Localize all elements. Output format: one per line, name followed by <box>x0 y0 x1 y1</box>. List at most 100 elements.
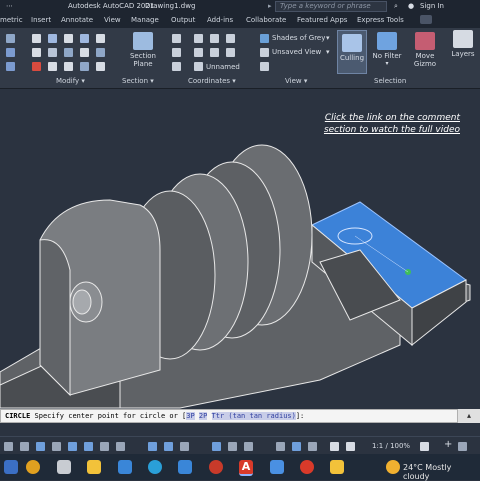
mirror-icon[interactable] <box>32 48 41 57</box>
model-space-icon[interactable] <box>4 442 13 451</box>
annotation-scale[interactable]: 1:1 / 100% <box>372 442 410 450</box>
ucs-icon[interactable] <box>172 34 181 43</box>
tab-manage[interactable]: Manage <box>131 16 159 24</box>
tab-featured-apps[interactable]: Featured Apps <box>297 16 347 24</box>
ucs-y-icon[interactable] <box>210 34 219 43</box>
photos-icon[interactable] <box>270 460 284 474</box>
coordinates-panel-label[interactable]: Coordinates ▾ <box>188 77 236 85</box>
isodraft-icon[interactable] <box>116 442 125 451</box>
offset-icon[interactable] <box>64 62 73 71</box>
scale-icon[interactable] <box>64 48 73 57</box>
erase-icon[interactable] <box>80 34 89 43</box>
culling-button[interactable]: Culling <box>337 30 367 74</box>
dynamic-input-icon[interactable] <box>68 442 77 451</box>
tab-output[interactable]: Output <box>171 16 195 24</box>
opera-icon[interactable] <box>209 460 223 474</box>
lineweight-icon[interactable] <box>212 442 221 451</box>
named-view-dropdown[interactable]: Unsaved View <box>272 48 321 56</box>
stretch-icon[interactable] <box>80 48 89 57</box>
explode-icon[interactable] <box>48 62 57 71</box>
annotation-visibility-icon[interactable] <box>330 442 339 451</box>
tab-add-ins[interactable]: Add-ins <box>207 16 233 24</box>
fillet-icon[interactable] <box>48 48 57 57</box>
tab-insert[interactable]: Insert <box>31 16 51 24</box>
tab-parametric[interactable]: metric <box>0 16 23 24</box>
dynamic-ucs-icon[interactable] <box>276 442 285 451</box>
polar-icon[interactable] <box>100 442 109 451</box>
infer-icon[interactable] <box>52 442 61 451</box>
eraser-icon[interactable] <box>32 62 41 71</box>
transparency-icon[interactable] <box>228 442 237 451</box>
object-snap-icon[interactable] <box>164 442 173 451</box>
search-input[interactable]: Type a keyword or phrase <box>275 1 387 12</box>
object-snap-tracking-icon[interactable] <box>148 442 157 451</box>
ribbon-toggle-button[interactable] <box>420 15 432 24</box>
option-ttr[interactable]: Ttr (tan tan radius) <box>211 412 296 420</box>
ucs-named-dropdown[interactable]: Unnamed <box>206 63 240 71</box>
section-plane-button[interactable]: Section Plane <box>125 32 161 68</box>
ucs-view-icon[interactable] <box>194 48 203 57</box>
section-panel-label[interactable]: Section ▾ <box>122 77 154 85</box>
trim-icon[interactable] <box>64 34 73 43</box>
view-manager-icon[interactable] <box>260 62 269 71</box>
folder-icon[interactable] <box>87 460 101 474</box>
ucs-named-icon[interactable] <box>194 62 203 71</box>
array-icon[interactable] <box>96 48 105 57</box>
file-explorer-icon[interactable] <box>57 460 71 474</box>
sign-in-link[interactable]: Sign In <box>420 2 444 10</box>
option-3p[interactable]: 3P <box>186 412 195 420</box>
modify-panel-label[interactable]: Modify ▾ <box>56 77 85 85</box>
ucs-z-icon[interactable] <box>226 34 235 43</box>
tab-collaborate[interactable]: Collaborate <box>246 16 286 24</box>
join-icon[interactable] <box>80 62 89 71</box>
tab-view[interactable]: View <box>104 16 121 24</box>
selection-cycling-icon[interactable] <box>244 442 253 451</box>
layers-button[interactable]: Layers <box>448 30 478 58</box>
3d-model-viewport[interactable] <box>0 89 480 409</box>
visual-style-dropdown[interactable]: Shades of Grey <box>272 34 325 42</box>
ucs-face-icon[interactable] <box>226 48 235 57</box>
ucs-object-icon[interactable] <box>210 48 219 57</box>
command-line[interactable]: CIRCLE Specify center point for circle o… <box>0 409 458 423</box>
app-menu-icon[interactable]: ⋯ <box>6 2 13 10</box>
weather-text[interactable]: 24°C Mostly cloudy <box>403 463 480 481</box>
rectangle-icon[interactable] <box>6 48 15 57</box>
auto-scale-icon[interactable] <box>346 442 355 451</box>
arc-icon[interactable] <box>6 34 15 43</box>
gizmo-icon[interactable] <box>308 442 317 451</box>
visual-style-arrow-icon[interactable]: ▾ <box>326 34 330 42</box>
tab-express-tools[interactable]: Express Tools <box>357 16 404 24</box>
snap-icon[interactable] <box>36 442 45 451</box>
ellipse-icon[interactable] <box>6 62 15 71</box>
option-2p[interactable]: 2P <box>198 412 208 420</box>
annotation-monitor-icon[interactable]: + <box>444 439 452 450</box>
windows-start-icon[interactable] <box>4 460 18 474</box>
command-line-scroll-icon[interactable]: ▴ <box>458 409 480 423</box>
break-icon[interactable] <box>96 62 105 71</box>
workspace-gear-icon[interactable] <box>420 442 429 451</box>
no-filter-button[interactable]: No Filter ▾ <box>370 32 404 67</box>
selection-filter-icon[interactable] <box>292 442 301 451</box>
rotate-icon[interactable] <box>48 34 57 43</box>
named-view-arrow-icon[interactable]: ▾ <box>326 48 330 56</box>
autocad-icon[interactable]: A <box>239 460 253 476</box>
move-gizmo-button[interactable]: Move Gizmo <box>408 32 442 68</box>
ucs-world-icon[interactable] <box>172 48 181 57</box>
3d-osnap-icon[interactable] <box>180 442 189 451</box>
mail-icon[interactable] <box>178 460 192 474</box>
record-icon[interactable] <box>300 460 314 474</box>
customization-icon[interactable] <box>458 442 467 451</box>
tab-annotate[interactable]: Annotate <box>61 16 93 24</box>
view-panel-label[interactable]: View ▾ <box>285 77 307 85</box>
edge-icon[interactable] <box>148 460 162 474</box>
store-icon[interactable] <box>118 460 132 474</box>
ucs-x-icon[interactable] <box>194 34 203 43</box>
notes-icon[interactable] <box>330 460 344 474</box>
ortho-icon[interactable] <box>84 442 93 451</box>
search-icon[interactable]: ⌕ <box>394 2 398 11</box>
copy-icon[interactable] <box>96 34 105 43</box>
ucs-origin-icon[interactable] <box>172 62 181 71</box>
chrome-icon[interactable] <box>26 460 40 474</box>
grid-icon[interactable] <box>20 442 29 451</box>
move-icon[interactable] <box>32 34 41 43</box>
